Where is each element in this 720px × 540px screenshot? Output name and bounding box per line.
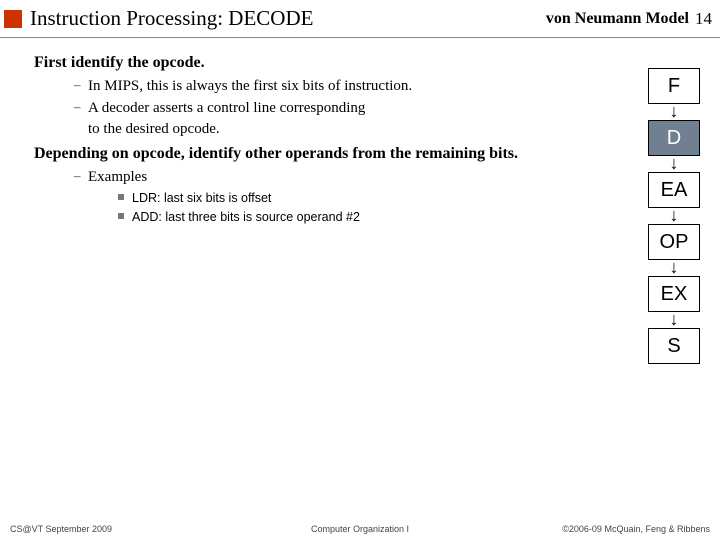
stage-ea: EA [648,172,700,208]
page-number: 14 [695,9,712,29]
stage-ex: EX [648,276,700,312]
slide-footer: CS@VT September 2009 Computer Organizati… [0,524,720,534]
slide-header: Instruction Processing: DECODE von Neuma… [0,0,720,38]
examples-sublist: LDR: last six bits is offset ADD: last t… [118,189,504,227]
model-label: von Neumann Model [546,10,689,28]
stage-op: OP [648,224,700,260]
arrow-down-icon: ↓ [670,156,679,172]
arrow-down-icon: ↓ [670,208,679,224]
section2-head: Depending on opcode, identify other oper… [34,145,716,163]
example-add: ADD: last three bits is source operand #… [118,208,504,227]
footer-right: ©2006-09 McQuain, Feng & Ribbens [562,524,710,534]
arrow-down-icon: ↓ [670,104,679,120]
stage-store: S [648,328,700,364]
footer-center: Computer Organization I [311,524,409,534]
stage-decode: D [648,120,700,156]
arrow-down-icon: ↓ [670,312,679,328]
example-ldr: LDR: last six bits is offset [118,189,504,208]
arrow-down-icon: ↓ [670,260,679,276]
section2-list: Examples LDR: last six bits is offset AD… [74,167,716,227]
bullet-examples: Examples LDR: last six bits is offset AD… [74,167,504,227]
section1-head: First identify the opcode. [34,54,716,72]
footer-left: CS@VT September 2009 [10,524,112,534]
slide-content: First identify the opcode. In MIPS, this… [0,38,720,227]
title-bullet-icon [4,10,22,28]
stage-fetch: F [648,68,700,104]
slide-title: Instruction Processing: DECODE [30,6,546,31]
section1-list: In MIPS, this is always the first six bi… [74,76,716,139]
pipeline-diagram: F ↓ D ↓ EA ↓ OP ↓ EX ↓ S [646,68,702,364]
bullet-decoder: A decoder asserts a control line corresp… [74,98,504,139]
bullet-mips: In MIPS, this is always the first six bi… [74,76,504,96]
